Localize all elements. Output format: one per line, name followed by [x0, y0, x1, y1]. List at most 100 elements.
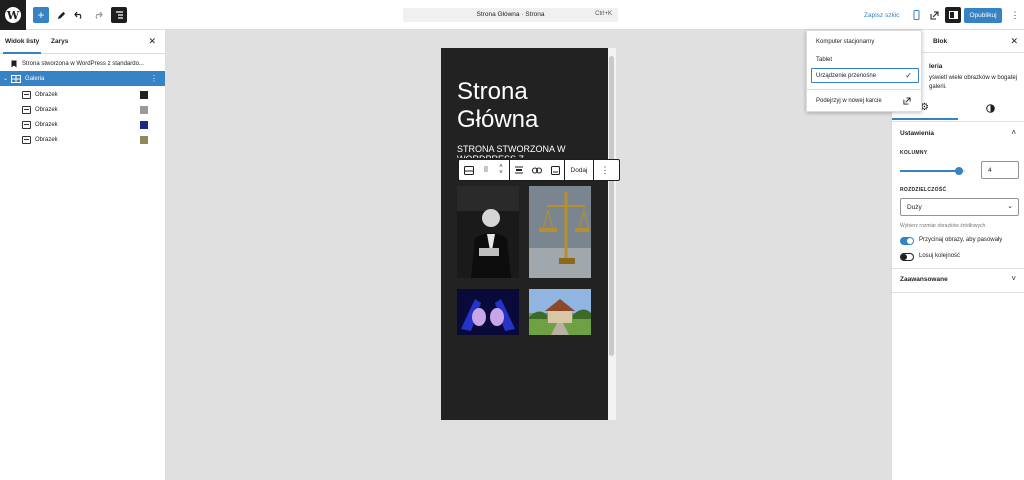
shortcut-hint: Ctrl+K	[595, 11, 612, 17]
list-view-tabs: Widok listy Zarys ✕	[0, 30, 165, 54]
settings-panel-title[interactable]: Ustawienia	[900, 130, 934, 137]
block-inserter-button[interactable]: +	[33, 7, 49, 23]
list-item-image[interactable]: Obrazek	[0, 132, 165, 147]
block-card-title: leria	[929, 63, 943, 70]
redo-button[interactable]	[90, 7, 106, 23]
list-view-panel: Widok listy Zarys ✕ Strona stworzona w W…	[0, 30, 166, 480]
image-thumbnail	[140, 136, 148, 144]
list-item-label: Galeria	[25, 75, 45, 82]
tools-button[interactable]	[53, 7, 69, 23]
random-order-toggle[interactable]	[900, 253, 914, 261]
tab-outline[interactable]: Zarys	[51, 38, 68, 45]
settings-tab-styles[interactable]	[958, 98, 1024, 120]
tab-list-view[interactable]: Widok listy	[2, 38, 42, 54]
crop-images-toggle[interactable]	[900, 237, 914, 245]
list-item-gallery[interactable]: ⌄ Galeria ⋮	[0, 71, 165, 86]
gallery-image-house[interactable]	[529, 289, 591, 335]
columns-number-input[interactable]: 4	[981, 161, 1019, 179]
list-item-image[interactable]: Obrazek	[0, 117, 165, 132]
resolution-select[interactable]: Duży ⌄	[900, 198, 1019, 216]
gallery-image-scales[interactable]	[529, 186, 591, 278]
editor-top-bar: W + Strona Główna · Strona Ctrl+K Zapisz…	[0, 0, 1024, 30]
external-link-icon	[903, 97, 911, 105]
divider	[892, 121, 1024, 122]
wordpress-logo-button[interactable]: W	[0, 0, 26, 30]
preview-scrollbar[interactable]	[608, 48, 616, 420]
view-post-button[interactable]	[926, 7, 942, 23]
block-card-description: yświetl wiele obrazków w bogatej galerii…	[929, 75, 1018, 90]
image-icon	[22, 135, 31, 144]
move-buttons[interactable]: ˄ ˅	[493, 160, 509, 180]
align-wide-icon	[515, 166, 523, 174]
menu-item-preview-new-tab[interactable]: Podejrzyj w nowej karcie	[816, 98, 882, 104]
random-order-label: Losuj kolejność	[919, 253, 961, 259]
sidebar-icon	[948, 11, 958, 19]
scrollbar-thumb[interactable]	[609, 56, 614, 356]
list-view-toggle-button[interactable]	[111, 7, 127, 23]
divider	[892, 268, 1024, 269]
more-vertical-icon: ⋮	[1010, 9, 1020, 20]
gallery-icon	[464, 165, 474, 175]
gallery-image-businessman[interactable]	[457, 186, 519, 278]
page-title[interactable]: Strona Główna	[457, 78, 587, 134]
caption-icon	[550, 165, 560, 175]
checkmark-icon: ✓	[905, 71, 912, 80]
link-button[interactable]	[528, 160, 546, 180]
block-type-button[interactable]	[459, 160, 479, 180]
command-palette-bar[interactable]: Strona Główna · Strona Ctrl+K	[403, 8, 618, 22]
page-tagline[interactable]: STRONA STWORZONA W WORDPRESS Z	[457, 144, 587, 158]
half-circle-icon	[986, 104, 995, 113]
menu-divider	[807, 89, 921, 90]
block-options-button[interactable]: ⋮	[594, 160, 616, 180]
publish-button[interactable]: Opublikuj	[964, 8, 1002, 23]
menu-item-desktop[interactable]: Komputer stacjonarny	[816, 39, 874, 45]
list-item-label: Obrazek	[35, 121, 58, 128]
tab-block[interactable]: Blok	[933, 38, 947, 45]
list-item-image[interactable]: Obrazek	[0, 102, 165, 117]
image-thumbnail	[140, 91, 148, 99]
chevron-down-icon[interactable]: ˅	[1011, 274, 1016, 283]
undo-button[interactable]	[71, 7, 87, 23]
gallery-image-hands[interactable]	[457, 289, 519, 335]
settings-sidebar-button[interactable]	[945, 7, 961, 23]
device-preview-menu: Komputer stacjonarny Tablet Urządzenie p…	[806, 30, 922, 112]
resolution-value: Duży	[907, 204, 922, 211]
close-icon[interactable]: ✕	[148, 36, 156, 47]
drag-handle[interactable]: ⠿	[479, 160, 493, 180]
list-item-image[interactable]: Obrazek	[0, 87, 165, 102]
undo-icon	[74, 11, 82, 19]
bookmark-icon	[11, 60, 17, 67]
columns-slider-thumb[interactable]	[954, 167, 963, 175]
menu-item-mobile[interactable]: Urządzenie przenośne	[816, 73, 876, 79]
chevron-up-icon[interactable]: ˄	[1011, 128, 1016, 137]
columns-slider-fill	[900, 170, 959, 172]
resolution-help-text: Wybierz rozmiar obrazków źródłowych.	[900, 223, 987, 229]
image-thumbnail	[140, 121, 148, 129]
align-button[interactable]	[510, 160, 528, 180]
gallery-icon	[11, 74, 22, 83]
options-menu-button[interactable]: ⋮	[1007, 7, 1023, 23]
wordpress-logo-icon: W	[5, 7, 21, 23]
drag-handle-icon: ⠿	[483, 167, 489, 174]
list-item-paragraph[interactable]: Strona stworzona w WordPress z standardo…	[0, 56, 165, 71]
save-draft-button[interactable]: Zapisz szkic	[864, 12, 899, 19]
plus-icon: +	[37, 8, 45, 22]
external-link-icon	[930, 11, 938, 19]
link-icon	[532, 167, 542, 173]
toggle-knob	[901, 254, 907, 260]
caption-button[interactable]	[546, 160, 564, 180]
more-vertical-icon[interactable]: ⋮	[150, 74, 158, 83]
menu-item-tablet[interactable]: Tablet	[816, 57, 832, 63]
device-preview-button[interactable]	[908, 7, 924, 23]
close-icon[interactable]: ✕	[1010, 36, 1018, 47]
columns-slider[interactable]	[900, 167, 965, 175]
advanced-panel-title[interactable]: Zaawansowane	[900, 276, 948, 283]
image-thumbnail	[140, 106, 148, 114]
resolution-label: ROZDZIELCZOŚĆ	[900, 187, 947, 193]
list-item-label: Strona stworzona w WordPress z standardo…	[22, 60, 144, 67]
more-vertical-icon: ⋮	[600, 164, 610, 175]
image-icon	[22, 120, 31, 129]
pencil-icon	[57, 11, 65, 19]
add-images-button[interactable]: Dodaj	[565, 160, 593, 180]
chevron-down-icon[interactable]: ˅	[499, 170, 503, 176]
